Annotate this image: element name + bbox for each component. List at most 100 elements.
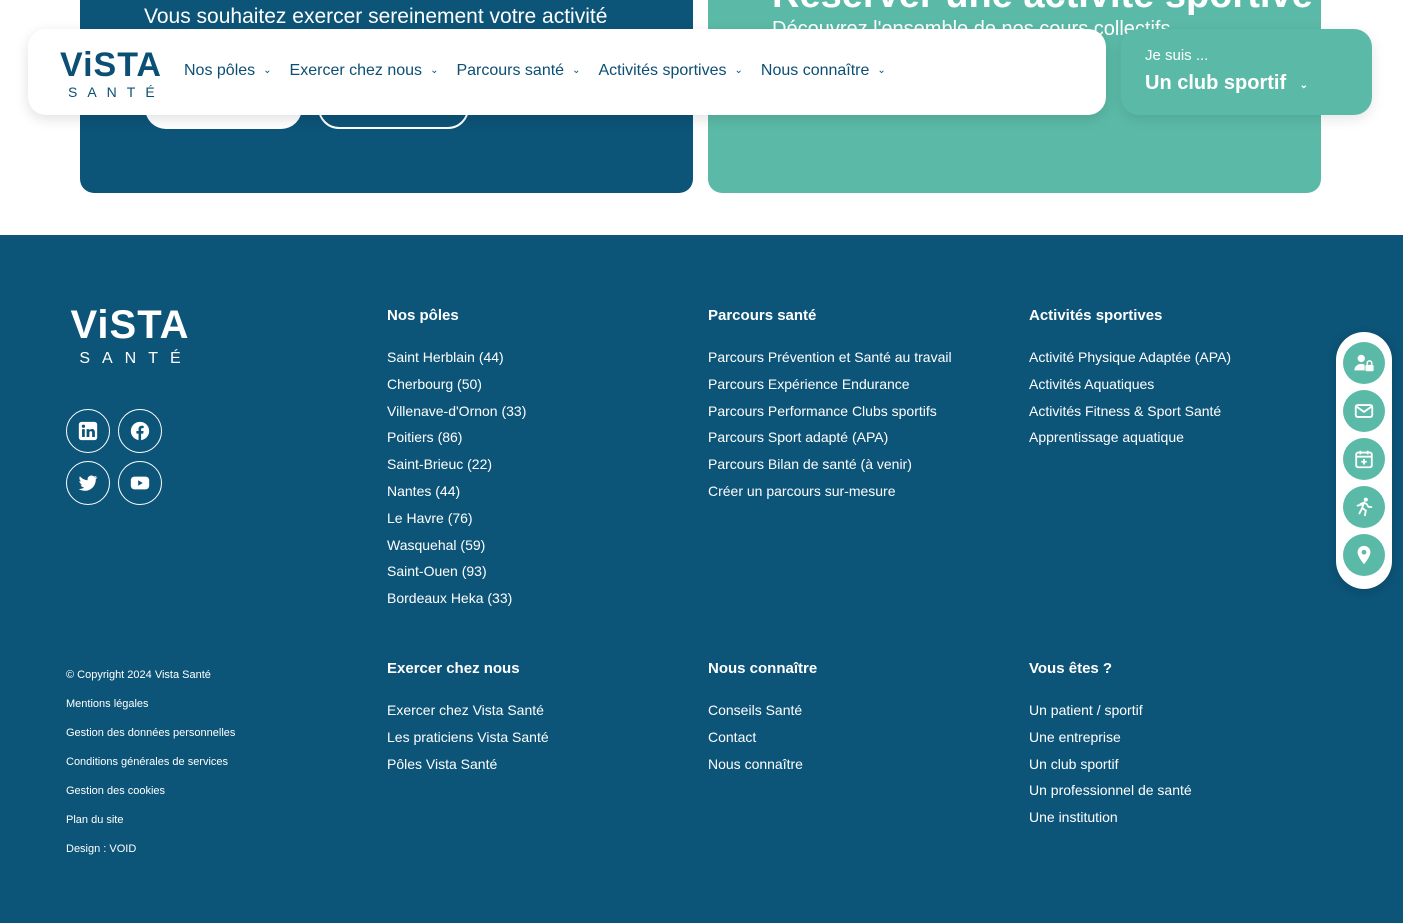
footer-link[interactable]: Apprentissage aquatique: [1029, 424, 1231, 451]
legal-link-terms[interactable]: Conditions générales de services: [66, 748, 235, 777]
footer-col-connaitre: Nous connaître Conseils Santé Contact No…: [708, 660, 817, 777]
footer-col-vous-etes: Vous êtes ? Un patient / sportif Une ent…: [1029, 660, 1192, 831]
footer-col-title: Activités sportives: [1029, 307, 1163, 324]
footer-link[interactable]: Saint-Ouen (93): [387, 558, 526, 585]
header-logo-main: ViSTA: [60, 46, 162, 84]
running-icon: [1356, 497, 1373, 517]
chevron-down-icon: ⌄: [1299, 80, 1309, 91]
footer-link[interactable]: Villenave-d'Ornon (33): [387, 398, 526, 425]
footer-link[interactable]: Bordeaux Heka (33): [387, 585, 526, 612]
footer-link[interactable]: Nantes (44): [387, 478, 526, 505]
nav-item-label: Activités sportives: [598, 62, 727, 79]
footer-link[interactable]: Conseils Santé: [708, 697, 817, 724]
copyright-text: © Copyright 2024 Vista Santé: [66, 669, 211, 681]
nav-item-label: Nous connaître: [760, 62, 870, 79]
footer-link[interactable]: Pôles Vista Santé: [387, 751, 549, 778]
nav-item-parcours[interactable]: Parcours santé ⌄: [456, 62, 580, 80]
footer-link[interactable]: Saint Herblain (44): [387, 344, 526, 371]
main-navbar: ViSTA SANTÉ Nos pôles ⌄ Exercer chez nou…: [28, 29, 1106, 115]
footer-link[interactable]: Parcours Sport adapté (APA): [708, 424, 952, 451]
activities-button[interactable]: [1343, 486, 1385, 528]
footer-link[interactable]: Un patient / sportif: [1029, 697, 1192, 724]
chevron-down-icon: ⌄: [734, 64, 743, 76]
footer-logo-main: ViSTA: [70, 303, 190, 347]
footer-col-title: Exercer chez nous: [387, 660, 520, 677]
facebook-icon: [130, 421, 150, 441]
locations-button[interactable]: [1343, 534, 1385, 576]
footer-link[interactable]: Parcours Prévention et Santé au travail: [708, 344, 952, 371]
youtube-button[interactable]: [118, 461, 162, 505]
footer-link[interactable]: Une entreprise: [1029, 724, 1192, 751]
footer-col-exercer: Exercer chez nous Exercer chez Vista San…: [387, 660, 549, 777]
chevron-down-icon: ⌄: [430, 64, 439, 76]
footer-link[interactable]: Activités Fitness & Sport Santé: [1029, 398, 1231, 425]
legal-link-data[interactable]: Gestion des données personnelles: [66, 719, 235, 748]
nav-item-connaitre[interactable]: Nous connaître ⌄: [761, 62, 886, 80]
profile-selector-value: Un club sportif ⌄: [1145, 72, 1308, 95]
legal-link-mentions[interactable]: Mentions légales: [66, 690, 235, 719]
nav-item-exercer[interactable]: Exercer chez nous ⌄: [290, 62, 439, 80]
footer-col-parcours: Parcours santé Parcours Prévention et Sa…: [708, 307, 952, 505]
nav-item-label: Parcours santé: [456, 62, 565, 79]
contact-button[interactable]: [1343, 390, 1385, 432]
footer-logo[interactable]: ViSTA SANTÉ: [66, 305, 194, 367]
footer-col-title: Vous êtes ?: [1029, 660, 1113, 677]
mail-icon: [1354, 404, 1374, 418]
facebook-button[interactable]: [118, 409, 162, 453]
map-pin-icon: [1357, 545, 1371, 565]
footer-link[interactable]: Contact: [708, 724, 817, 751]
twitter-icon: [78, 475, 98, 491]
booking-button[interactable]: [1343, 438, 1385, 480]
footer-link[interactable]: Activités Aquatiques: [1029, 371, 1231, 398]
footer-col-title: Nos pôles: [387, 307, 459, 324]
footer-link[interactable]: Les praticiens Vista Santé: [387, 724, 549, 751]
footer-col-activites: Activités sportives Activité Physique Ad…: [1029, 307, 1231, 451]
footer-link[interactable]: Un professionnel de santé: [1029, 777, 1192, 804]
linkedin-icon: [78, 421, 98, 441]
footer-link[interactable]: Parcours Performance Clubs sportifs: [708, 398, 952, 425]
linkedin-button[interactable]: [66, 409, 110, 453]
footer-link[interactable]: Wasquehal (59): [387, 532, 526, 559]
footer-link[interactable]: Poitiers (86): [387, 424, 526, 451]
footer-link[interactable]: Créer un parcours sur-mesure: [708, 478, 952, 505]
footer-link[interactable]: Exercer chez Vista Santé: [387, 697, 549, 724]
youtube-icon: [130, 476, 150, 490]
header-logo-sub: SANTÉ: [68, 84, 165, 100]
profile-selector[interactable]: Je suis ... Un club sportif ⌄: [1121, 29, 1372, 115]
header-logo[interactable]: ViSTA SANTÉ: [60, 46, 165, 100]
profile-selector-value-label: Un club sportif: [1145, 72, 1287, 94]
calendar-plus-icon: [1355, 450, 1373, 469]
footer-link[interactable]: Cherbourg (50): [387, 371, 526, 398]
footer-col-title: Nous connaître: [708, 660, 818, 677]
legal-link-sitemap[interactable]: Plan du site: [66, 806, 235, 835]
footer-legal-links: © Copyright 2024 Vista Santé Mentions lé…: [66, 661, 235, 864]
footer-logo-sub: SANTÉ: [79, 350, 193, 367]
legal-link-cookies[interactable]: Gestion des cookies: [66, 777, 235, 806]
nav-item-activites[interactable]: Activités sportives ⌄: [598, 62, 742, 80]
nav-item-label: Nos pôles: [184, 62, 256, 79]
footer-col-title: Parcours santé: [708, 307, 817, 324]
user-lock-icon: [1354, 354, 1374, 372]
footer-link[interactable]: Un club sportif: [1029, 751, 1192, 778]
footer-col-poles: Nos pôles Saint Herblain (44) Cherbourg …: [387, 307, 526, 612]
twitter-button[interactable]: [66, 461, 110, 505]
footer-link[interactable]: Une institution: [1029, 804, 1192, 831]
promo-activities-title: Réserver une activité sportive: [772, 0, 1313, 17]
profile-selector-prompt: Je suis ...: [1145, 47, 1209, 64]
nav-item-label: Exercer chez nous: [289, 62, 423, 79]
footer-link[interactable]: Parcours Expérience Endurance: [708, 371, 952, 398]
chevron-down-icon: ⌄: [572, 64, 581, 76]
account-button[interactable]: [1343, 342, 1385, 384]
chevron-down-icon: ⌄: [877, 64, 886, 76]
nav-menu: Nos pôles ⌄ Exercer chez nous ⌄ Parcours…: [184, 62, 904, 80]
legal-link-design[interactable]: Design : VOID: [66, 835, 235, 864]
footer-link[interactable]: Nous connaître: [708, 751, 817, 778]
chevron-down-icon: ⌄: [263, 64, 272, 76]
footer-link[interactable]: Activité Physique Adaptée (APA): [1029, 344, 1231, 371]
footer-link[interactable]: Parcours Bilan de santé (à venir): [708, 451, 952, 478]
footer-link[interactable]: Saint-Brieuc (22): [387, 451, 526, 478]
footer-link[interactable]: Le Havre (76): [387, 505, 526, 532]
quick-access-bar: [1336, 332, 1392, 589]
site-footer: ViSTA SANTÉ Nos pôles Saint Herblain (44…: [0, 235, 1403, 923]
nav-item-poles[interactable]: Nos pôles ⌄: [184, 62, 272, 80]
